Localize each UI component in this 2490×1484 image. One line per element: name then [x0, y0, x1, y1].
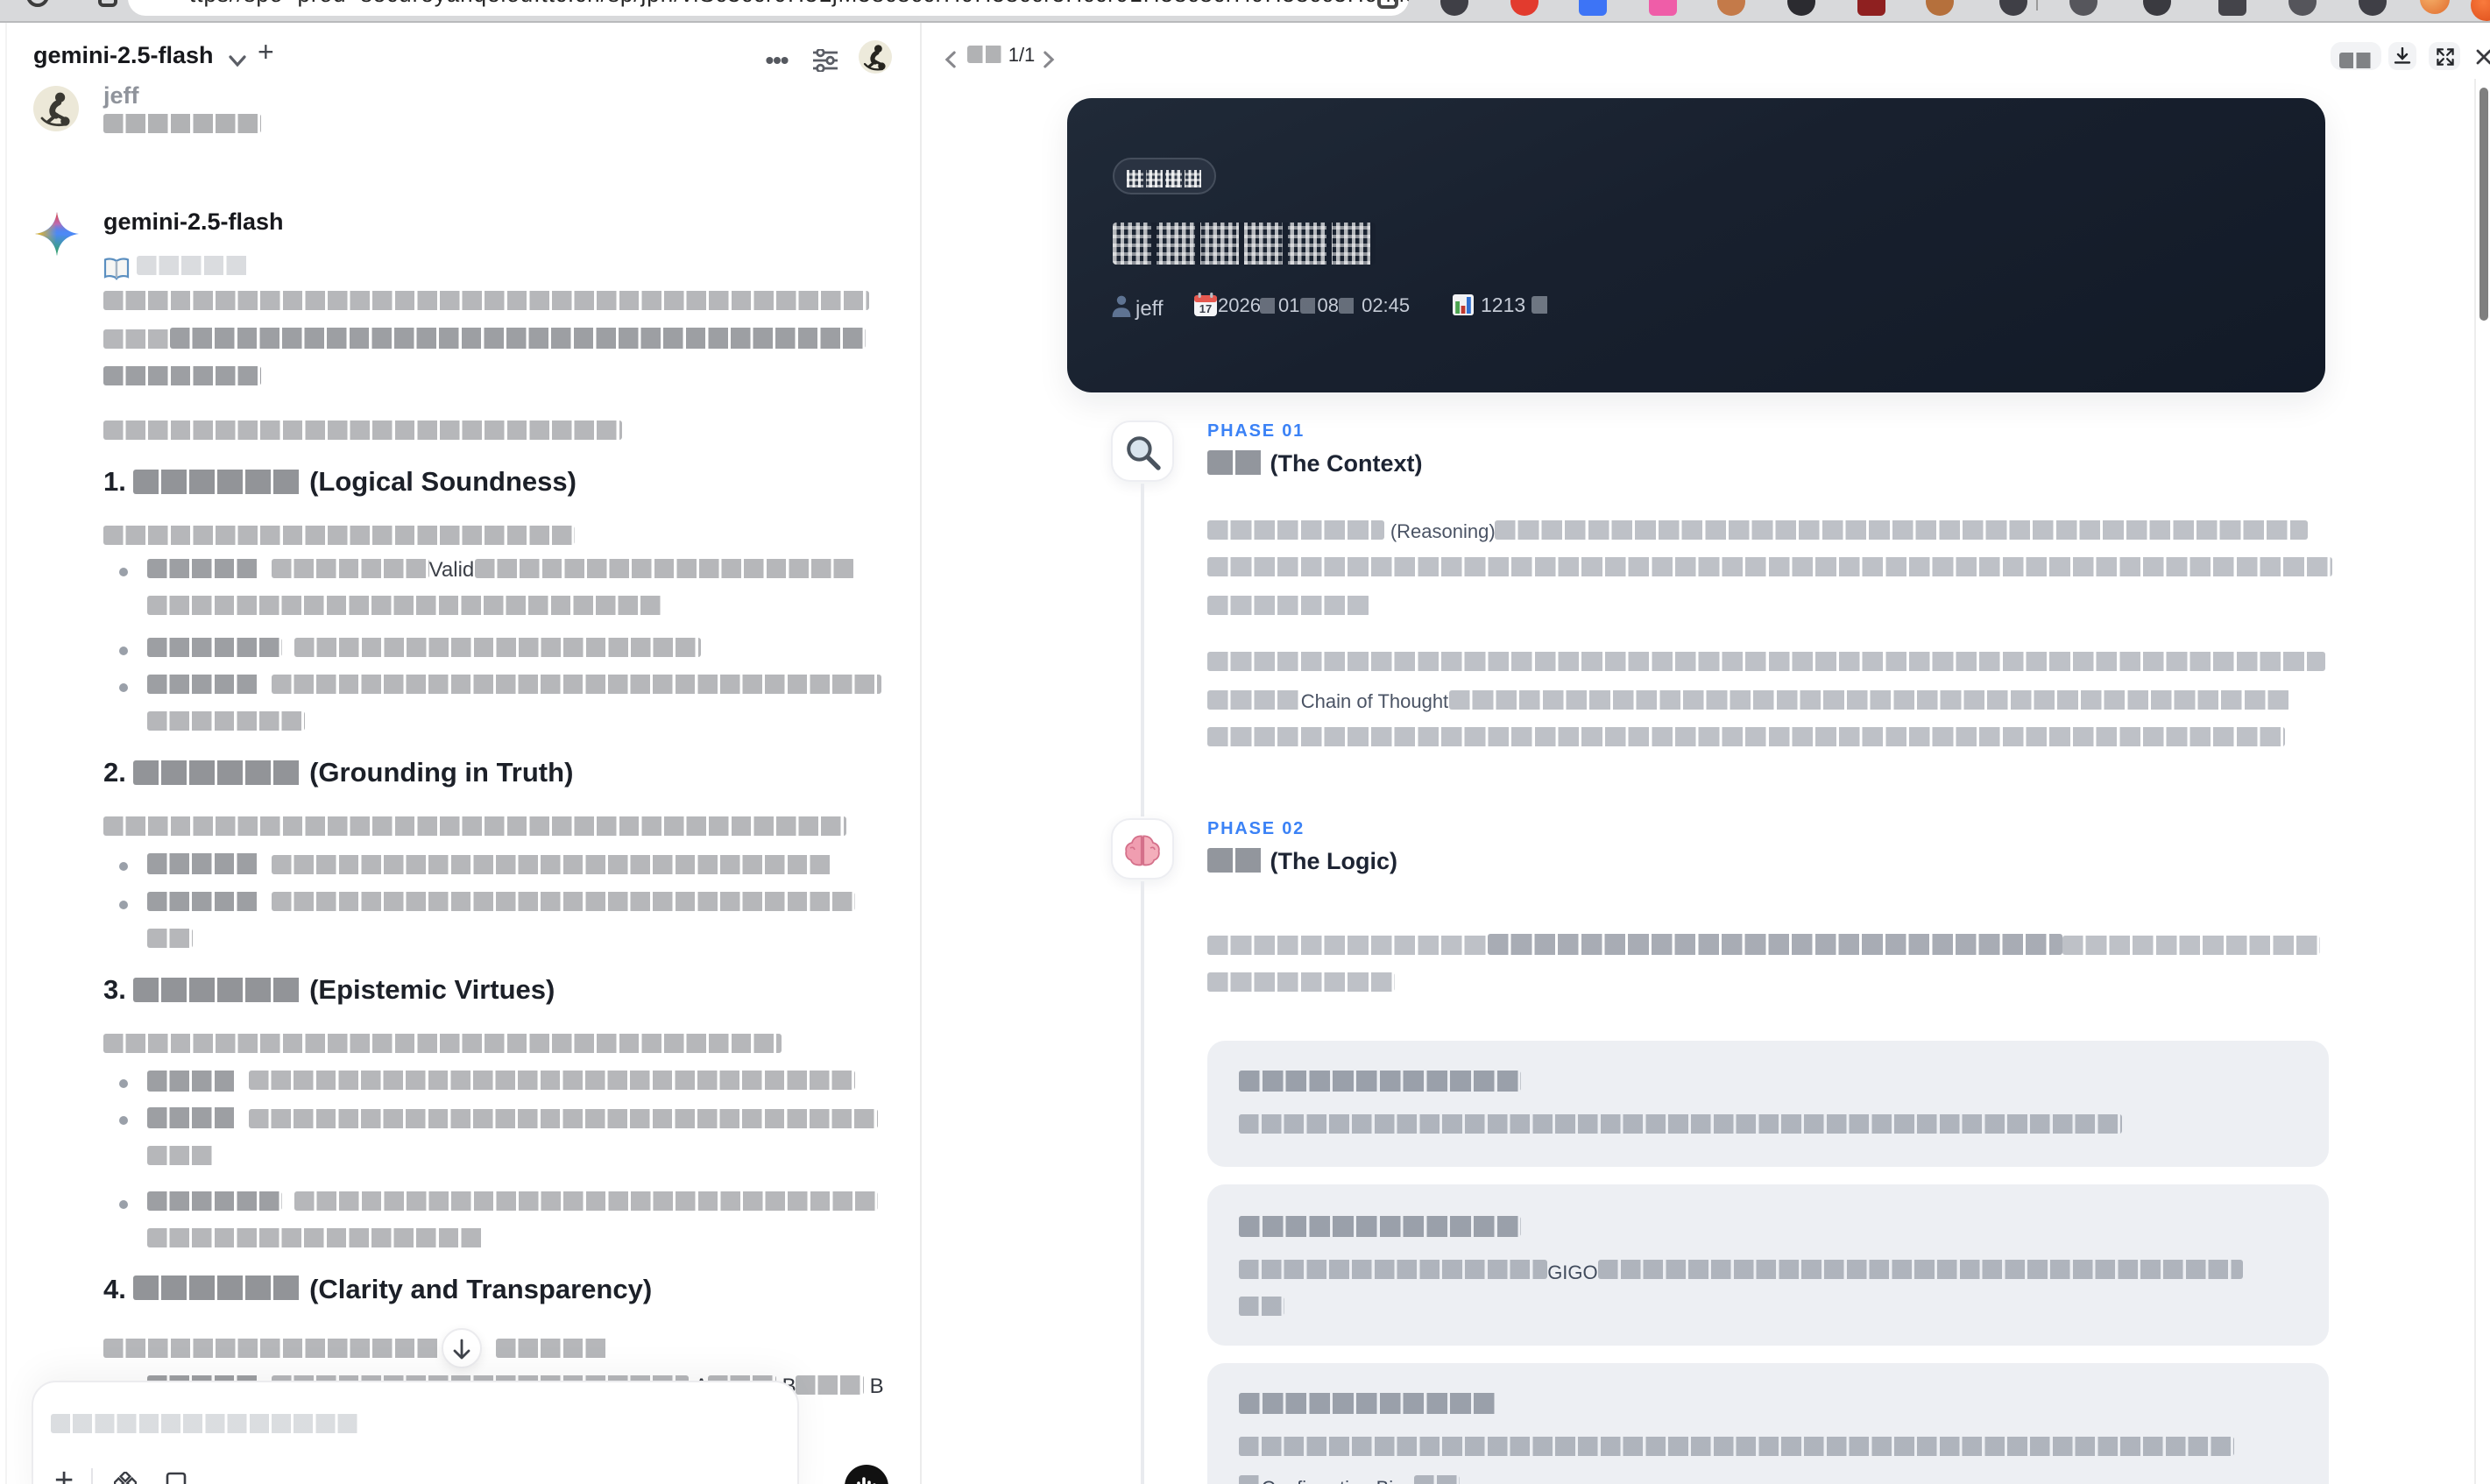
svg-text:17: 17 [1199, 302, 1212, 315]
